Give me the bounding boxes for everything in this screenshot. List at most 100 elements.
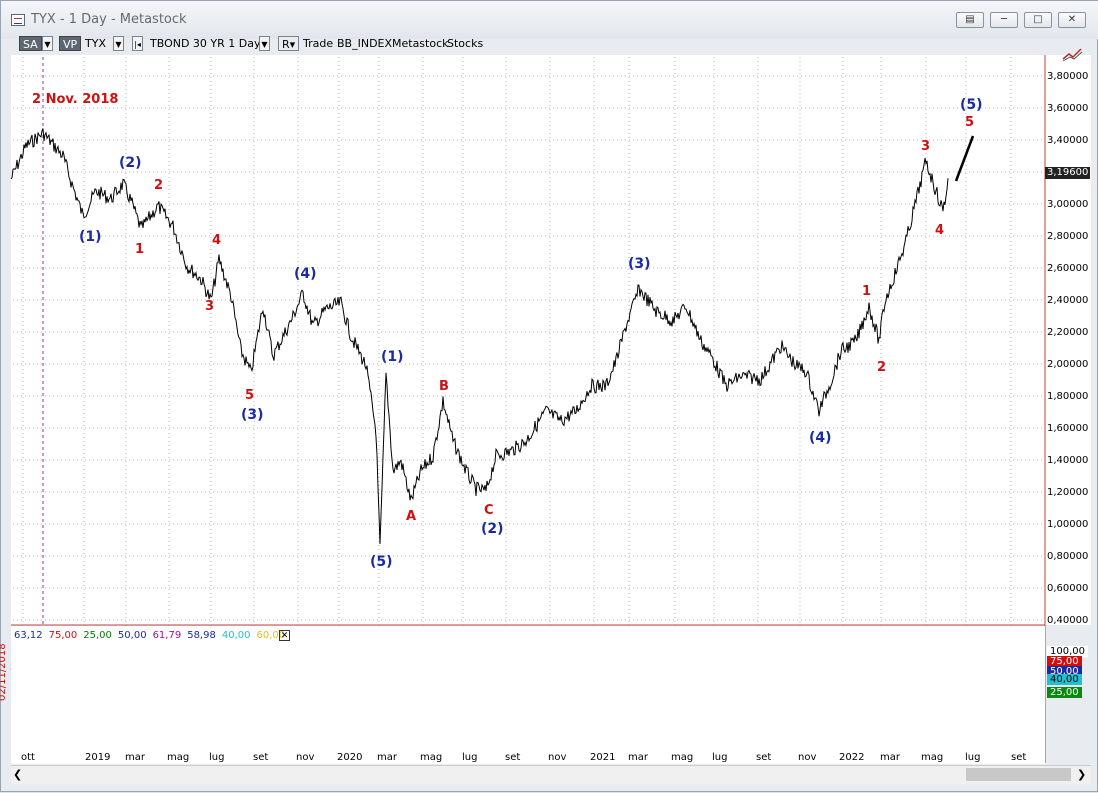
date-marker-label: 2 Nov. 2018 [32,92,119,107]
wave-label: 1 [135,242,145,257]
wave-label: 5 [245,388,255,403]
price-tick-label: 2,60000 [1047,263,1089,274]
indicator-value: 75,00 [48,630,78,641]
minimize-button[interactable]: ─ [990,12,1018,28]
wave-label: 2 [877,360,887,375]
wave-label: (4) [809,430,832,446]
wave-label: (1) [381,349,404,365]
time-tick-label: ott [21,752,35,763]
vertical-date-label: 02/11/2018 [0,643,8,701]
close-indicator-icon[interactable]: ✕ [279,630,290,641]
wave-label: A [406,509,417,524]
price-tick-label: 3,40000 [1047,135,1089,146]
time-tick-label: set [756,752,772,763]
time-tick-label: lug [462,752,478,763]
indicator-value: 50,00 [117,630,147,641]
price-tick-label: 3,00000 [1047,199,1089,210]
symbol-label[interactable]: TYX [85,36,106,51]
chart-name[interactable]: TBOND 30 YR 1 Day [150,36,261,51]
wave-label: 3 [205,299,215,314]
time-tick-label: mag [167,752,190,763]
price-tick-label: 1,20000 [1047,487,1089,498]
trade-label[interactable]: Trade [303,36,333,51]
chart-toolbar: SA ▼ VP TYX ▼ |◂ TBOND 30 YR 1 Day ▼ R▾ … [1,34,1098,54]
wave-label: C [484,503,494,518]
time-tick-label: nov [296,752,315,763]
horizontal-scrollbar[interactable]: ❮ ❯ [11,765,1091,784]
chart-window: TYX - 1 Day - Metastock ▤ ─ □ ✕ SA ▼ VP … [0,0,1098,792]
chart-tool-svg [1062,48,1083,62]
price-tick-label: 3,60000 [1047,103,1089,114]
scroll-right-icon[interactable]: ❯ [1077,768,1086,781]
chart-tool-icon[interactable] [1061,45,1085,63]
price-tick-label: 0,80000 [1047,551,1089,562]
r-button[interactable]: R▾ [278,36,300,51]
price-tick-label: 1,40000 [1047,455,1089,466]
maximize-button[interactable]: □ [1024,12,1052,28]
period-dropdown-icon[interactable]: ▼ [259,36,270,51]
time-tick-label: mar [628,752,648,763]
source-label[interactable]: Metastock [392,36,449,51]
indicator-value: 58,98 [187,630,216,641]
price-tick-label: 2,40000 [1047,295,1089,306]
current-price-label: 3,19600 [1045,167,1091,179]
interval-icon[interactable]: |◂ [132,36,143,51]
time-tick-label: set [253,752,269,763]
time-tick-label: mar [125,752,145,763]
time-tick-label: mar [377,752,397,763]
wave-label: 1 [862,284,872,299]
wave-label: (2) [481,521,504,537]
window-title: TYX - 1 Day - Metastock [31,12,187,27]
close-button[interactable]: ✕ [1058,12,1086,28]
wave-label: (2) [119,155,142,171]
wave-label: (5) [960,97,983,113]
wave-label: (3) [241,407,264,423]
vp-button[interactable]: VP [59,36,82,51]
time-tick-label: nov [548,752,567,763]
time-tick-label: 2020 [337,752,363,763]
price-tick-label: 2,00000 [1047,359,1089,370]
price-tick-label: 2,20000 [1047,327,1089,338]
wave-label: (5) [370,554,393,570]
chart-app-icon [11,14,25,26]
indicator-panel [11,626,1045,750]
time-tick-label: 2022 [839,752,865,763]
indicator-axis-label: 40,00 [1047,674,1082,685]
stocks-label[interactable]: Stocks [447,36,483,51]
time-tick-label: set [505,752,521,763]
restore-panel-icon[interactable]: ▤ [956,12,984,28]
time-tick-label: lug [712,752,728,763]
price-tick-label: 1,80000 [1047,391,1089,402]
price-panel [11,55,1045,625]
wave-label: (3) [628,256,651,272]
sa-dropdown-icon[interactable]: ▼ [42,36,53,51]
r-button-label: R [282,38,290,51]
price-tick-label: 0,40000 [1047,615,1089,626]
index-label[interactable]: BB_INDEX [337,36,392,51]
scroll-left-icon[interactable]: ❮ [13,768,22,781]
indicator-legend: 63,12 75,00 25,00 50,00 61,79 58,98 40,00 60,00 [14,630,291,641]
price-tick-label: 0,60000 [1047,583,1089,594]
wave-label: (4) [294,266,317,282]
price-tick-label: 3,80000 [1047,71,1089,82]
time-tick-label: nov [798,752,817,763]
time-tick-label: mag [671,752,694,763]
wave-label: B [439,379,449,394]
scroll-thumb[interactable] [966,768,1071,781]
indicator-value: 40,00 [221,630,251,641]
time-tick-label: 2019 [85,752,111,763]
sa-button[interactable]: SA [19,36,42,51]
price-tick-label: 1,00000 [1047,519,1089,530]
wave-label: 4 [935,223,945,238]
price-tick-label: 2,80000 [1047,231,1089,242]
time-tick-label: mag [420,752,443,763]
symbol-dropdown-icon[interactable]: ▼ [113,36,124,51]
indicator-value: 25,00 [83,630,112,641]
wave-label: 3 [921,139,931,154]
wave-label: 2 [154,178,164,193]
price-tick-label: 1,60000 [1047,423,1089,434]
indicator-axis-label: 25,00 [1047,687,1082,698]
indicator-value: 61,79 [152,630,182,641]
wave-label: (1) [79,229,102,245]
wave-label: 5 [965,115,975,130]
